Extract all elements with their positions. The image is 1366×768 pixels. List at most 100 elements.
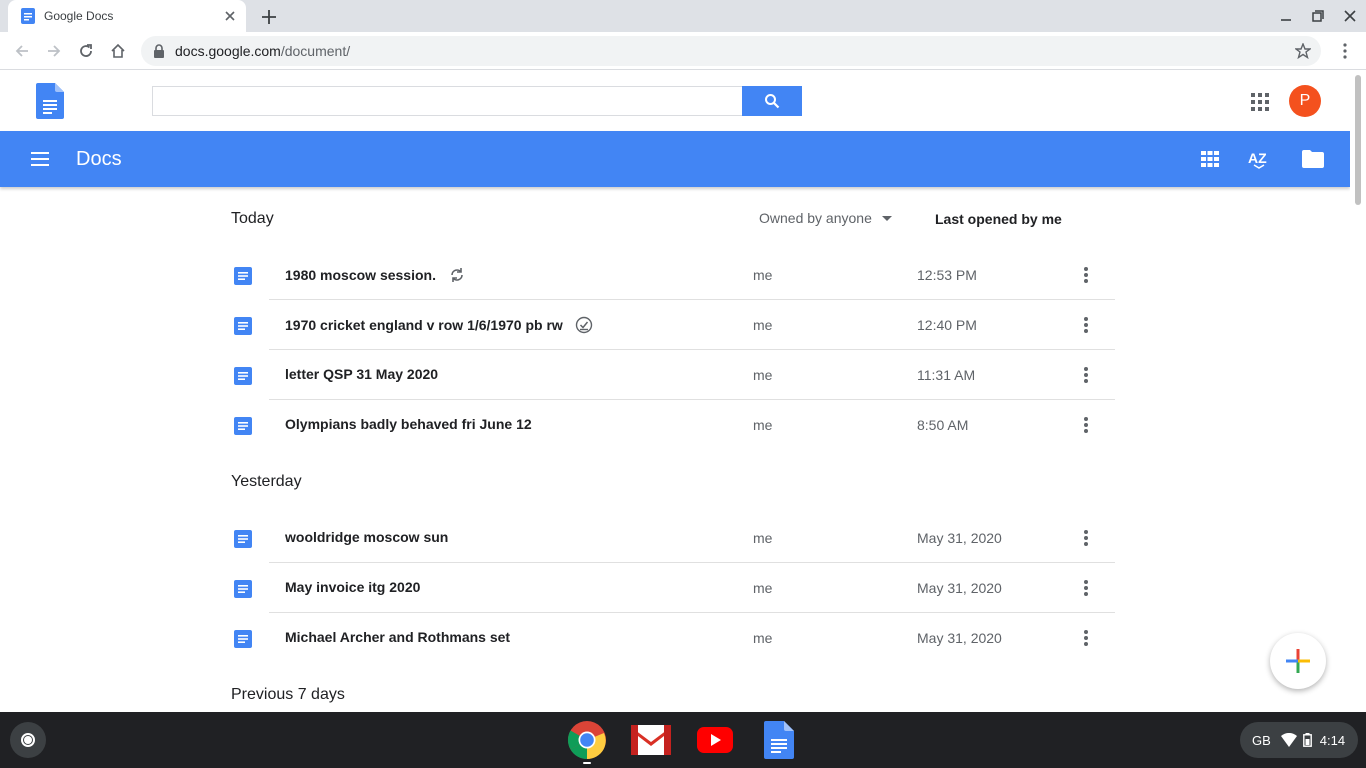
sync-icon — [451, 268, 463, 282]
document-name[interactable]: May invoice itg 2020 — [285, 579, 420, 595]
docs-header: P — [0, 70, 1350, 131]
minimize-icon[interactable] — [1278, 8, 1294, 24]
document-date: 12:53 PM — [917, 267, 977, 283]
battery-icon — [1302, 733, 1312, 747]
doc-icon — [234, 417, 252, 435]
document-owner: me — [753, 630, 773, 646]
document-date: May 31, 2020 — [917, 530, 1002, 546]
doc-icon — [234, 630, 252, 648]
doc-icon — [234, 530, 252, 548]
docs-app-icon[interactable] — [759, 720, 799, 760]
forward-icon[interactable] — [43, 40, 65, 62]
document-owner: me — [753, 317, 773, 333]
document-name[interactable]: wooldridge moscow sun — [285, 529, 448, 545]
more-options-icon[interactable] — [1079, 627, 1093, 649]
new-document-button[interactable] — [1270, 633, 1326, 689]
close-window-icon[interactable] — [1342, 8, 1358, 24]
dropdown-arrow-icon — [881, 215, 892, 221]
lock-icon — [154, 44, 164, 58]
more-options-icon[interactable] — [1079, 577, 1093, 599]
more-options-icon[interactable] — [1079, 414, 1093, 436]
reload-icon[interactable] — [75, 40, 97, 62]
chrome-app-icon[interactable] — [567, 720, 607, 760]
tab-strip: Google Docs — [0, 0, 1366, 32]
document-list: Today Owned by anyone Last opened by me … — [0, 187, 1350, 712]
document-name[interactable]: Olympians badly behaved fri June 12 — [285, 416, 532, 432]
os-shelf: GB 4:14 — [0, 712, 1366, 768]
document-row[interactable]: wooldridge moscow sun me May 31, 2020 — [231, 513, 1115, 563]
page-scrollbar[interactable] — [1350, 70, 1366, 712]
launcher-button[interactable] — [10, 722, 46, 758]
document-row[interactable]: Michael Archer and Rothmans set me May 3… — [231, 613, 1115, 663]
document-name[interactable]: Michael Archer and Rothmans set — [285, 629, 510, 645]
url-text: docs.google.com/document/ — [175, 43, 351, 59]
document-row[interactable]: 1980 moscow session. me 12:53 PM — [231, 250, 1115, 300]
sort-by-label[interactable]: Last opened by me — [935, 211, 1062, 227]
document-date: May 31, 2020 — [917, 630, 1002, 646]
address-bar[interactable]: docs.google.com/document/ — [141, 36, 1321, 66]
google-apps-icon[interactable] — [1251, 93, 1269, 111]
document-row[interactable]: Olympians badly behaved fri June 12 me 8… — [231, 400, 1115, 450]
status-tray[interactable]: GB 4:14 — [1240, 722, 1358, 758]
document-row[interactable]: 1970 cricket england v row 1/6/1970 pb r… — [231, 300, 1115, 350]
document-owner: me — [753, 367, 773, 383]
docs-app-bar: Docs AZ — [0, 131, 1350, 187]
section-title-today: Today — [231, 210, 274, 227]
doc-icon — [234, 580, 252, 598]
document-name[interactable]: letter QSP 31 May 2020 — [285, 366, 438, 382]
back-icon[interactable] — [11, 40, 33, 62]
document-date: 12:40 PM — [917, 317, 977, 333]
owner-filter-dropdown[interactable]: Owned by anyone — [759, 210, 892, 226]
more-options-icon[interactable] — [1079, 527, 1093, 549]
home-icon[interactable] — [107, 40, 129, 62]
more-options-icon[interactable] — [1079, 314, 1093, 336]
browser-toolbar: docs.google.com/document/ — [0, 32, 1366, 70]
docs-favicon-icon — [21, 8, 35, 24]
restore-icon[interactable] — [1310, 8, 1326, 24]
tab-title: Google Docs — [44, 9, 114, 23]
docs-logo-icon[interactable] — [36, 83, 64, 119]
document-owner: me — [753, 417, 773, 433]
offline-check-icon — [575, 316, 593, 334]
chrome-running-indicator — [583, 762, 591, 764]
browser-tab[interactable]: Google Docs — [8, 0, 246, 32]
gmail-app-icon[interactable] — [631, 720, 671, 760]
youtube-app-icon[interactable] — [695, 720, 735, 760]
search-button[interactable] — [742, 86, 802, 116]
doc-icon — [234, 367, 252, 385]
doc-icon — [234, 317, 252, 335]
document-date: 8:50 AM — [917, 417, 969, 433]
document-row[interactable]: letter QSP 31 May 2020 me 11:31 AM — [231, 350, 1115, 400]
keyboard-locale: GB — [1252, 732, 1271, 748]
document-owner: me — [753, 530, 773, 546]
svg-text:AZ: AZ — [1248, 150, 1267, 166]
document-owner: me — [753, 580, 773, 596]
folder-icon[interactable] — [1301, 147, 1325, 171]
app-title: Docs — [76, 148, 122, 170]
section-title-yesterday: Yesterday — [231, 473, 302, 490]
scrollbar-thumb[interactable] — [1355, 75, 1361, 205]
grid-view-icon[interactable] — [1198, 147, 1222, 171]
plus-icon — [1286, 649, 1310, 673]
tab-close-icon[interactable] — [222, 8, 238, 24]
bookmark-star-icon[interactable] — [1295, 43, 1311, 59]
document-name[interactable]: 1970 cricket england v row 1/6/1970 pb r… — [285, 316, 593, 334]
account-avatar[interactable]: P — [1289, 85, 1321, 117]
section-title-previous-7-days: Previous 7 days — [231, 686, 345, 703]
document-owner: me — [753, 267, 773, 283]
new-tab-icon[interactable] — [258, 6, 280, 28]
launcher-icon — [21, 733, 35, 747]
browser-menu-icon[interactable] — [1334, 40, 1356, 62]
more-options-icon[interactable] — [1079, 364, 1093, 386]
search-input[interactable] — [152, 86, 743, 116]
sort-az-icon[interactable]: AZ — [1247, 147, 1271, 171]
document-date: 11:31 AM — [917, 367, 976, 383]
more-options-icon[interactable] — [1079, 264, 1093, 286]
clock: 4:14 — [1319, 732, 1346, 748]
main-menu-icon[interactable] — [30, 149, 50, 169]
search-icon — [765, 94, 780, 109]
doc-icon — [234, 267, 252, 285]
document-row[interactable]: May invoice itg 2020 me May 31, 2020 — [231, 563, 1115, 613]
document-date: May 31, 2020 — [917, 580, 1002, 596]
document-name[interactable]: 1980 moscow session. — [285, 266, 466, 284]
